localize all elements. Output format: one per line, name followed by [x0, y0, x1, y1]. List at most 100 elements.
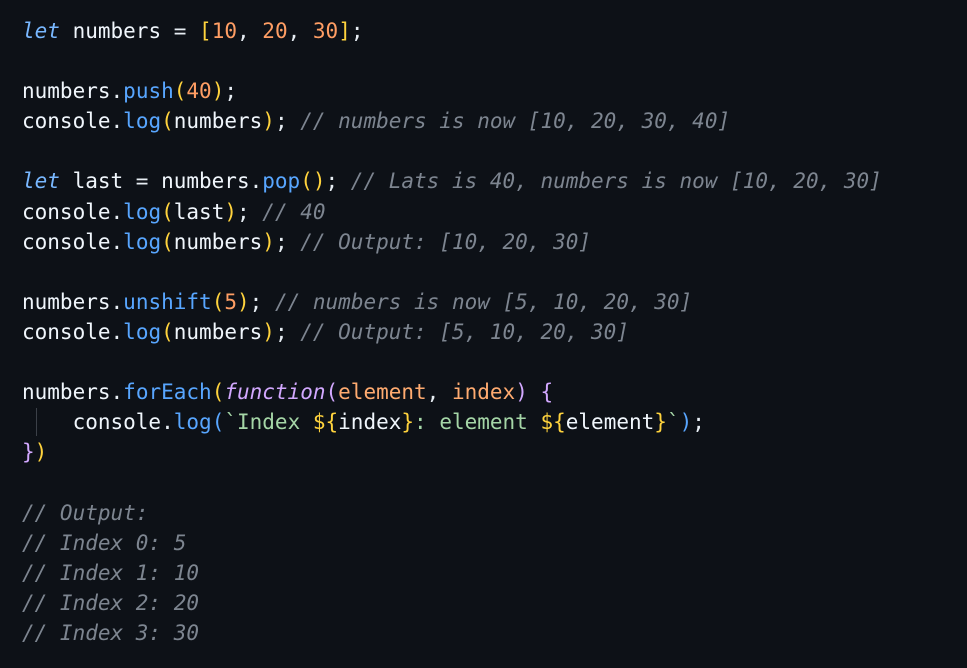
operator: =	[123, 169, 162, 194]
punctuation: ,	[426, 380, 452, 405]
number-literal: 20	[262, 19, 288, 43]
paren: )	[262, 109, 275, 134]
semicolon: ;	[692, 410, 705, 435]
number-literal: 10	[211, 19, 237, 43]
identifier: element	[565, 410, 655, 435]
method-name: log	[123, 229, 162, 254]
identifier: numbers	[173, 319, 263, 344]
paren: (	[211, 410, 225, 435]
paren: )	[237, 289, 250, 314]
interpolation: }	[654, 410, 667, 435]
template-tick: `	[224, 410, 237, 435]
semicolon: ;	[350, 19, 364, 43]
interpolation: ${	[312, 410, 339, 435]
identifier: last	[59, 169, 124, 194]
paren: (	[161, 199, 174, 224]
paren: )	[211, 79, 225, 104]
method-name: log	[123, 199, 162, 224]
identifier: numbers	[72, 19, 162, 43]
identifier: console	[72, 410, 162, 435]
comment-line: // Index 3: 30	[22, 620, 200, 645]
dot: .	[110, 109, 124, 134]
method-name: unshift	[123, 289, 212, 314]
operator: =	[161, 19, 200, 43]
interpolation: ${	[540, 410, 566, 435]
identifier: console	[22, 109, 111, 134]
code-line-10: numbers.unshift(5); // numbers is now [5…	[22, 287, 967, 317]
template-tick: `	[666, 410, 680, 435]
keyword-let: let	[22, 19, 60, 43]
dot: .	[110, 229, 124, 254]
paren: )	[224, 199, 237, 224]
dot: .	[110, 319, 124, 344]
identifier: numbers	[22, 79, 111, 104]
method-name: pop	[262, 169, 301, 194]
comment: // 40	[249, 199, 326, 224]
code-line-1: let numbers = [10, 20, 30];	[22, 16, 967, 46]
brace: }	[22, 440, 35, 465]
method-name: log	[123, 109, 162, 134]
string-literal: : element	[414, 410, 541, 435]
paren: (	[161, 229, 174, 254]
dot: .	[249, 169, 263, 194]
semicolon: ;	[274, 109, 288, 134]
paren: )	[262, 229, 275, 254]
code-line-7: console.log(last); // 40	[22, 197, 967, 227]
comment-line: // Output:	[22, 500, 149, 525]
number-literal: 40	[186, 79, 212, 104]
comment: // Output: [10, 20, 30]	[287, 229, 592, 254]
punctuation: ,	[287, 19, 313, 43]
identifier: numbers	[173, 109, 263, 134]
semicolon: ;	[325, 169, 339, 194]
method-name: log	[123, 319, 162, 344]
number-literal: 30	[312, 19, 339, 43]
parameter: index	[451, 380, 516, 405]
comment-line: // Index 0: 5	[22, 530, 187, 555]
number-literal: 5	[224, 289, 237, 314]
dot: .	[110, 289, 124, 314]
keyword-function: function	[224, 380, 326, 405]
method-name: push	[123, 79, 174, 104]
semicolon: ;	[249, 289, 263, 314]
paren: )	[34, 440, 48, 465]
keyword-let: let	[22, 169, 60, 194]
method-name: forEach	[123, 380, 212, 405]
identifier: numbers	[161, 169, 250, 194]
dot: .	[161, 410, 174, 435]
code-editor[interactable]: let numbers = [10, 20, 30]; numbers.push…	[0, 0, 967, 668]
comment-line: // Index 1: 10	[22, 560, 200, 585]
indent-guide	[36, 408, 37, 437]
paren: (	[161, 319, 174, 344]
comment: // Lats is 40, numbers is now [10, 20, 3…	[338, 169, 882, 194]
bracket: [	[199, 19, 212, 43]
paren: (	[211, 289, 225, 314]
identifier: console	[22, 229, 111, 254]
identifier: last	[173, 199, 225, 224]
code-line-4: console.log(numbers); // numbers is now …	[22, 106, 967, 136]
dot: .	[110, 79, 124, 104]
code-line-6: let last = numbers.pop(); // Lats is 40,…	[22, 166, 967, 196]
string-literal: Index	[237, 410, 313, 435]
identifier: index	[338, 410, 402, 435]
comment: // numbers is now [5, 10, 20, 30]	[262, 289, 693, 314]
semicolon: ;	[237, 199, 250, 224]
code-line-8: console.log(numbers); // Output: [10, 20…	[22, 227, 967, 257]
paren: )	[679, 410, 693, 435]
comment: // numbers is now [10, 20, 30, 40]	[287, 109, 731, 134]
identifier: numbers	[22, 289, 111, 314]
dot: .	[110, 199, 124, 224]
code-line-11: console.log(numbers); // Output: [5, 10,…	[22, 317, 967, 347]
paren: (	[173, 79, 187, 104]
paren: (	[325, 380, 339, 405]
semicolon: ;	[274, 319, 288, 344]
code-line-13: numbers.forEach(function(element, index)…	[22, 377, 967, 407]
identifier: console	[22, 199, 111, 224]
comment: // Output: [5, 10, 20, 30]	[287, 319, 629, 344]
paren: (	[161, 109, 174, 134]
identifier: numbers	[173, 229, 263, 254]
